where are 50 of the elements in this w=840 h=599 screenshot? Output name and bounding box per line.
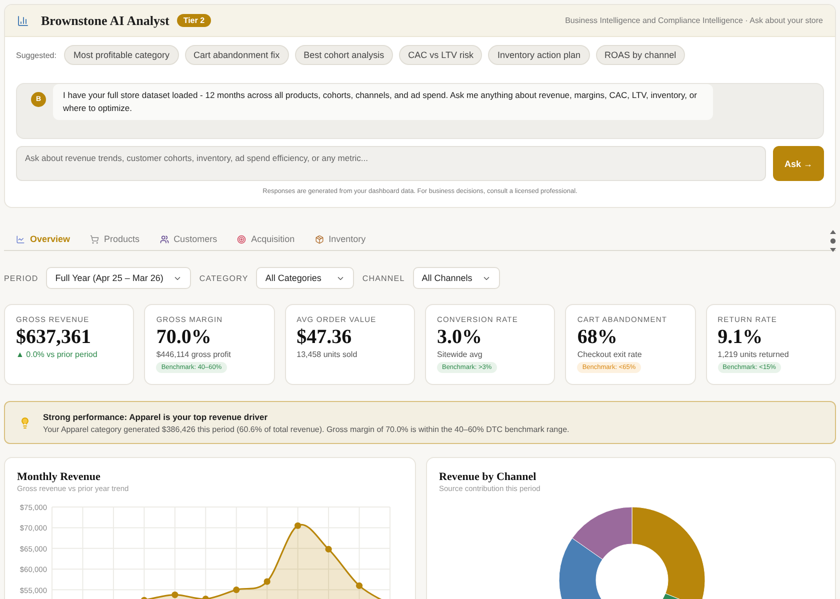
chart-title: Revenue by Channel bbox=[439, 471, 538, 483]
line-chart-icon bbox=[16, 234, 25, 244]
kpi-value: 68% bbox=[577, 326, 618, 349]
tier-badge: Tier 2 bbox=[177, 14, 211, 27]
app-title: Brownstone AI Analyst bbox=[41, 12, 170, 28]
question-input[interactable]: Ask about revenue trends, customer cohorts, inventory, ad spend efficiency, or any metric... bbox=[16, 146, 766, 181]
kpi-detail: Checkout exit rate bbox=[577, 350, 642, 359]
filter-dropdown[interactable]: All Categories bbox=[256, 267, 354, 289]
kpi-detail: $446,114 gross profit bbox=[156, 350, 231, 359]
box-icon bbox=[314, 234, 324, 244]
lightbulb-icon bbox=[19, 416, 31, 428]
data-point bbox=[325, 546, 332, 553]
chart-title: Monthly Revenue bbox=[17, 471, 102, 483]
cart-icon bbox=[90, 234, 100, 244]
nav-tab[interactable]: Products bbox=[90, 234, 140, 244]
data-point bbox=[264, 578, 270, 585]
data-point bbox=[233, 586, 240, 594]
kpi-detail: 1,219 units returned bbox=[718, 350, 789, 359]
kpi-value: 70.0% bbox=[156, 326, 212, 349]
data-point bbox=[356, 582, 363, 589]
kpi-value: 3.0% bbox=[436, 326, 482, 349]
filter-label: CHANNEL bbox=[362, 274, 405, 282]
kpi-detail: 13,458 units sold bbox=[296, 350, 358, 359]
nav-tab[interactable]: Inventory bbox=[314, 234, 366, 244]
people-icon bbox=[160, 234, 169, 244]
suggested-label: Suggested: bbox=[16, 50, 56, 60]
filter-label: PERIOD bbox=[4, 274, 38, 282]
kpi-value: $637,361 bbox=[16, 326, 91, 349]
filter-label: CATEGORY bbox=[199, 274, 248, 282]
suggestion-chip[interactable]: CAC vs LTV risk bbox=[399, 45, 482, 65]
filter-dropdown[interactable]: All Channels bbox=[412, 267, 500, 289]
header-subtitle: Business Intelligence and Compliance Intelligence · Ask about your store bbox=[565, 16, 823, 25]
kpi-detail: Sitewide avg bbox=[436, 350, 482, 359]
kpi-value: 9.1% bbox=[718, 326, 763, 349]
kpi-detail: ▲ 0.0% vs prior period bbox=[16, 350, 98, 359]
filter-dropdown[interactable]: Full Year (Apr 25 – Mar 26) bbox=[46, 267, 192, 289]
scroll-arrows-icon[interactable] bbox=[830, 230, 836, 252]
kpi-value: $47.36 bbox=[296, 326, 352, 349]
assistant-message: I have your full store dataset loaded - 12 months across all products, cohorts, channels, and ad spend. Ask me anything about revenue, margins, CAC, LTV, inventory, or where to optimize. bbox=[53, 84, 713, 120]
insight-title: Strong performance: Apparel is your top revenue driver bbox=[43, 412, 269, 422]
bar-chart-icon bbox=[17, 14, 29, 26]
suggestion-chip[interactable]: Best cohort analysis bbox=[294, 45, 394, 65]
suggestion-chip[interactable]: Inventory action plan bbox=[488, 45, 590, 65]
suggestion-chip[interactable]: Most profitable category bbox=[64, 45, 179, 65]
nav-tab[interactable]: Acquisition bbox=[237, 234, 295, 244]
suggestion-chip[interactable]: ROAS by channel bbox=[596, 45, 686, 65]
nav-tab[interactable]: Customers bbox=[160, 234, 218, 244]
suggestion-chip[interactable]: Cart abandonment fix bbox=[184, 45, 289, 65]
insight-text: Your Apparel category generated $386,426 this period (60.6% of total revenue). Gross margin of 70.0% is within the 40–60% DTC benchmark range. bbox=[43, 424, 570, 434]
target-icon bbox=[237, 234, 246, 244]
